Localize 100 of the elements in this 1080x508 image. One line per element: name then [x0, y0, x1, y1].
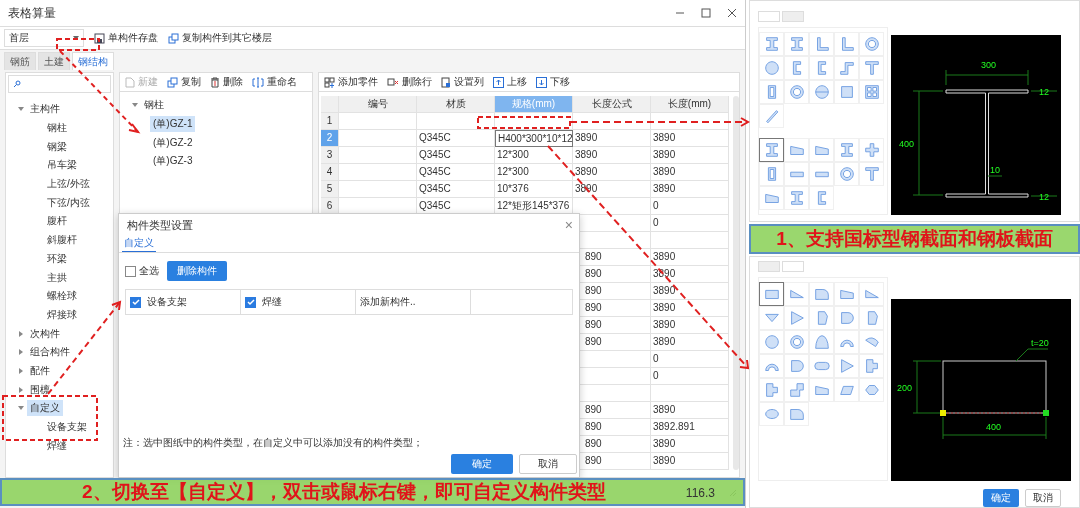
delete-component-button[interactable]: 删除构件: [167, 261, 227, 281]
copy-icon: [168, 32, 179, 44]
ok-button[interactable]: 确定: [983, 489, 1019, 507]
row-number[interactable]: 1: [321, 113, 339, 130]
toolbar-button[interactable]: 重命名: [252, 75, 297, 89]
row-number[interactable]: 3: [321, 147, 339, 164]
table-cell: 0: [651, 368, 729, 385]
cross-icon: [862, 141, 881, 159]
checkbox-label: 全选: [139, 264, 159, 278]
copy-to-floors-button[interactable]: 复制构件到其它楼层: [168, 31, 272, 45]
dialog-title: 构件类型设置: [127, 217, 193, 233]
tree-item[interactable]: 次构件: [27, 325, 63, 342]
toolbar-button[interactable]: 删除行: [387, 75, 432, 89]
checkbox[interactable]: [245, 296, 256, 308]
toolbar-button[interactable]: 添加零件: [324, 75, 378, 89]
tree-item[interactable]: 钢柱: [44, 120, 70, 137]
tree-item[interactable]: 焊缝: [44, 437, 70, 454]
tree-item[interactable]: 自定义: [27, 400, 63, 417]
tree-item[interactable]: 螺栓球: [44, 288, 80, 305]
tab[interactable]: 钢筋: [4, 52, 36, 70]
add-component-link[interactable]: 添加新构件..: [360, 295, 416, 309]
collapsed-caret-icon[interactable]: [18, 386, 24, 393]
maximize-icon[interactable]: [701, 8, 711, 18]
tree-item[interactable]: 设备支架: [44, 419, 90, 436]
step-shape-icon: [787, 381, 806, 399]
table-cell: 0: [651, 351, 729, 368]
expanded-caret-icon[interactable]: [132, 102, 138, 109]
column-header[interactable]: 编号: [339, 96, 417, 113]
ring-icon: [837, 165, 856, 183]
table-cell: 0: [651, 215, 729, 232]
annotation-box: [56, 38, 100, 51]
tab[interactable]: 自定义: [122, 236, 156, 252]
dimension-label: 12: [1039, 87, 1049, 97]
tab[interactable]: [782, 261, 804, 272]
tree-item[interactable]: 斜腹杆: [44, 232, 80, 249]
tree-item[interactable]: (单)GZ-1: [150, 116, 196, 133]
toolbar-button[interactable]: 下移: [536, 75, 570, 89]
tab[interactable]: 土建: [38, 52, 70, 70]
cancel-button[interactable]: 取消: [519, 454, 577, 474]
table-cell: 12*300: [495, 147, 573, 164]
caret-icon: [73, 36, 79, 40]
table-cell: 10*376: [495, 181, 573, 198]
ring-icon: [787, 83, 806, 101]
dimension-label: 200: [897, 383, 913, 393]
expanded-caret-icon[interactable]: [18, 106, 24, 113]
column-header[interactable]: 长度公式: [573, 96, 651, 113]
tree-item[interactable]: 组合构件: [27, 344, 73, 361]
expanded-caret-icon[interactable]: [18, 405, 24, 412]
tree-item[interactable]: 下弦/内弦: [44, 194, 93, 211]
toolbar-button[interactable]: 复制: [167, 75, 201, 89]
tree-item[interactable]: 焊接球: [44, 306, 80, 323]
tree-item[interactable]: 主构件: [27, 101, 63, 118]
tee-icon: [862, 59, 881, 77]
tree-item[interactable]: 吊车梁: [44, 157, 80, 174]
collapsed-caret-icon[interactable]: [18, 349, 24, 356]
tree-item[interactable]: 腹杆: [44, 213, 70, 230]
tree-item[interactable]: 配件: [27, 362, 53, 379]
checkbox[interactable]: [130, 296, 141, 308]
tree-item[interactable]: 主拱: [44, 269, 70, 286]
floor-dropdown[interactable]: 首层: [4, 29, 84, 47]
table-cell: 3890: [651, 402, 729, 419]
tree-item[interactable]: (单)GZ-3: [150, 153, 196, 170]
column-header[interactable]: 长度(mm): [651, 96, 729, 113]
save-component-button[interactable]: 单构件存盘: [94, 31, 158, 45]
tab[interactable]: [758, 261, 780, 272]
cancel-button[interactable]: 取消: [1025, 489, 1061, 507]
shape-option[interactable]: [759, 282, 784, 306]
column-header[interactable]: 材质: [417, 96, 495, 113]
ok-button[interactable]: 确定: [451, 454, 513, 474]
close-button[interactable]: ×: [564, 217, 573, 233]
tree-item[interactable]: 环梁: [44, 250, 70, 267]
row-number[interactable]: 5: [321, 181, 339, 198]
dimension-label: 300: [981, 60, 997, 70]
collapsed-caret-icon[interactable]: [18, 367, 24, 374]
table-cell: 3890: [651, 317, 729, 334]
table-cell: 3890: [651, 164, 729, 181]
search-icon: [13, 80, 21, 88]
collapsed-caret-icon[interactable]: [18, 330, 24, 337]
tab[interactable]: [758, 11, 780, 22]
shape-option[interactable]: [759, 138, 784, 162]
tab[interactable]: 钢结构: [72, 52, 114, 70]
dimension-label: t=20: [1031, 338, 1049, 348]
tree-item[interactable]: 围檩: [27, 381, 53, 398]
tree-item[interactable]: (单)GZ-2: [150, 134, 196, 151]
toolbar-button[interactable]: 设置列: [441, 75, 484, 89]
search-field[interactable]: [8, 75, 111, 93]
tree-item[interactable]: 上弦/外弦: [44, 176, 93, 193]
table-cell: Q345C: [417, 164, 495, 181]
toolbar-button[interactable]: 删除: [210, 75, 243, 89]
tree-item[interactable]: 钢柱: [141, 97, 167, 114]
delete-row-icon: [387, 77, 399, 87]
toolbar-button[interactable]: 上移: [493, 75, 527, 89]
table-cell: Q345C: [417, 147, 495, 164]
tab[interactable]: [782, 11, 804, 22]
close-icon[interactable]: [727, 8, 737, 18]
table-cell: 12*300: [495, 164, 573, 181]
table-cell: 3890: [651, 453, 729, 470]
tree-item[interactable]: 钢梁: [44, 138, 70, 155]
row-number[interactable]: 4: [321, 164, 339, 181]
checkbox[interactable]: [125, 265, 136, 277]
